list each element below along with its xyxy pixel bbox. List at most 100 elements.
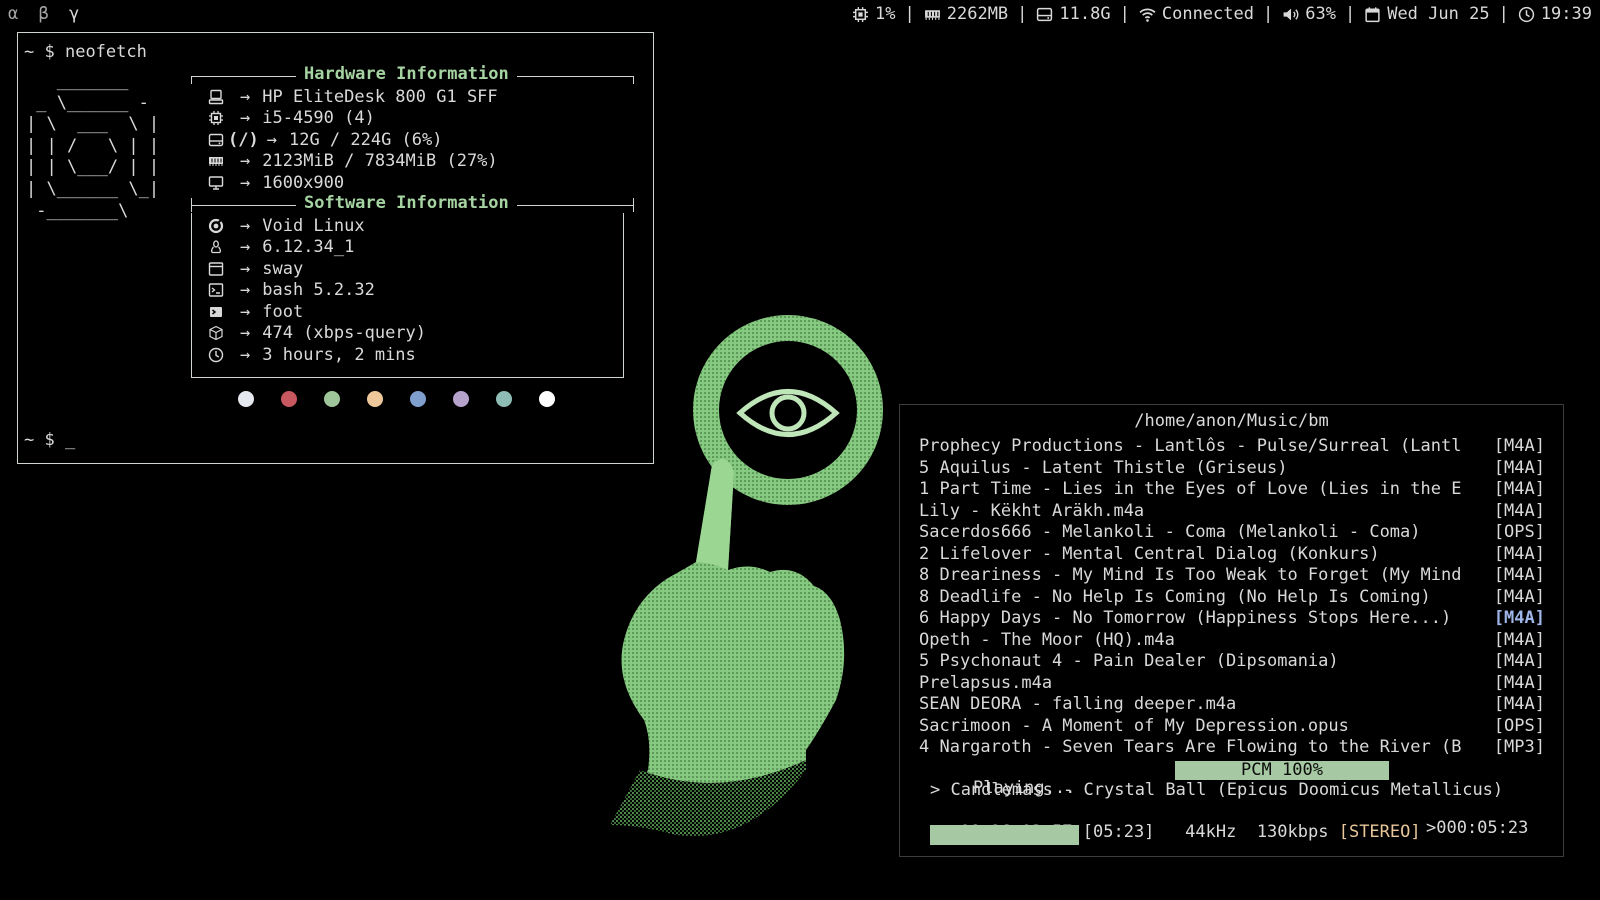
- volume-level: 63%: [1305, 4, 1336, 24]
- cpu-value: i5-4590 (4): [262, 108, 375, 128]
- track-format: [MP3]: [1493, 737, 1545, 757]
- host-row: → HP EliteDesk 800 G1 SFF: [206, 86, 498, 107]
- separator: |: [1017, 4, 1028, 24]
- arrow: →: [240, 86, 251, 107]
- palette-swatch: [324, 391, 340, 407]
- status-bar: α β γ 1% | 2262MB | 11.8G | Connected | …: [0, 0, 1600, 30]
- channels: [STEREO]: [1338, 822, 1421, 842]
- track-name: 8 Deadlife - No Help Is Coming (No Help …: [919, 586, 1431, 607]
- palette-swatch: [453, 391, 469, 407]
- date-module: Wed Jun 25: [1364, 4, 1490, 24]
- cpu-icon: [853, 6, 868, 22]
- network-module[interactable]: Connected: [1139, 4, 1254, 24]
- cursor: _: [64, 430, 76, 450]
- track-row[interactable]: Sacrimoon - A Moment of My Depression.op…: [919, 716, 1545, 737]
- track-name: 1 Part Time - Lies in the Eyes of Love (…: [919, 479, 1462, 499]
- track-row[interactable]: 8 Dreariness - My Mind Is Too Weak to Fo…: [919, 565, 1545, 586]
- resolution-value: 1600x900: [262, 172, 345, 193]
- memory-icon: [209, 157, 223, 166]
- arrow: →: [240, 172, 251, 193]
- memory-row: → 2123MiB / 7834MiB (27%): [206, 151, 498, 172]
- bitrate: 130kbps: [1256, 822, 1329, 842]
- playback-progress-bar[interactable]: [930, 825, 1079, 845]
- disk-usage: 11.8G: [1059, 4, 1111, 24]
- track-format: [OPS]: [1493, 522, 1545, 542]
- pcm-volume-bar[interactable]: PCM 100%: [1175, 761, 1389, 780]
- music-player-window[interactable]: /home/anon/Music/bm Prophecy Productions…: [899, 404, 1564, 857]
- monitor-icon: [208, 175, 224, 190]
- command-line: ~ $ neofetch: [24, 42, 147, 62]
- workspace-1[interactable]: α: [8, 4, 18, 24]
- track-format: [M4A]: [1493, 479, 1545, 499]
- arrow: →: [240, 108, 251, 128]
- track-name: Sacerdos666 - Melankoli - Coma (Melankol…: [919, 522, 1421, 542]
- palette-swatch: [238, 391, 254, 407]
- workspace-3[interactable]: γ: [69, 4, 79, 24]
- network-status: Connected: [1161, 4, 1254, 24]
- volume-icon: [1283, 8, 1299, 20]
- track-row[interactable]: Prophecy Productions - Lantlôs - Pulse/S…: [919, 436, 1545, 457]
- date-text: Wed Jun 25: [1387, 4, 1490, 24]
- clock-icon: [1518, 6, 1534, 22]
- track-name: 4 Nargaroth - Seven Tears Are Flowing to…: [919, 737, 1462, 757]
- track-name: Prophecy Productions - Lantlôs - Pulse/S…: [919, 436, 1462, 456]
- track-format: [M4A]: [1493, 436, 1545, 456]
- track-row[interactable]: 4 Nargaroth - Seven Tears Are Flowing to…: [919, 737, 1545, 758]
- track-row[interactable]: 1 Part Time - Lies in the Eyes of Love (…: [919, 479, 1545, 500]
- palette-swatch: [367, 391, 383, 407]
- track-row[interactable]: Sacerdos666 - Melankoli - Coma (Melankol…: [919, 522, 1545, 543]
- memory-module: 2262MB: [924, 4, 1008, 24]
- track-row[interactable]: 8 Deadlife - No Help Is Coming (No Help …: [919, 587, 1545, 608]
- track-row[interactable]: Lily - Këkht Aräkh.m4a [M4A]: [919, 501, 1545, 522]
- cpu-module: 1%: [852, 4, 896, 24]
- track-row[interactable]: 6 Happy Days - No Tomorrow (Happiness St…: [919, 608, 1545, 629]
- arrow: →: [266, 129, 277, 150]
- track-row[interactable]: 2 Lifelover - Mental Central Dialog (Kon…: [919, 544, 1545, 565]
- calendar-icon: [1365, 6, 1380, 22]
- separator: |: [1262, 4, 1274, 24]
- playback-status-line: Playing... PCM 100% >000:05:23: [919, 758, 1545, 839]
- palette-swatch: [281, 391, 297, 407]
- disk-module: 11.8G: [1036, 4, 1111, 24]
- distro-ascii-logo: _______ _ \______ - | \ ___ \ | | | / \ …: [26, 71, 160, 221]
- track-row[interactable]: 5 Psychonaut 4 - Pain Dealer (Dipsomania…: [919, 651, 1545, 672]
- status-modules: 1% | 2262MB | 11.8G | Connected | 63% | …: [852, 4, 1592, 24]
- terminal-window[interactable]: ~ $ neofetch _______ _ \______ - | \ ___…: [17, 32, 654, 464]
- separator: |: [1344, 4, 1356, 24]
- track-name: 5 Aquilus - Latent Thistle (Griseus): [919, 457, 1288, 478]
- clock-time: 19:39: [1540, 4, 1592, 24]
- track-format: [M4A]: [1493, 651, 1545, 671]
- prompt: ~ $: [24, 430, 55, 450]
- separator: |: [904, 4, 915, 24]
- track-format: [M4A]: [1493, 694, 1545, 714]
- disk-icon: [1037, 7, 1053, 21]
- arrow: →: [240, 151, 251, 171]
- directory-path: /home/anon/Music/bm: [1134, 411, 1329, 431]
- track-format: [M4A]: [1493, 500, 1545, 521]
- software-section-title: Software Information: [296, 193, 517, 213]
- cpu-icon: [209, 111, 223, 125]
- palette-swatch: [410, 391, 426, 407]
- track-row[interactable]: 5 Aquilus - Latent Thistle (Griseus) [M4A…: [919, 458, 1545, 479]
- resolution-row: → 1600x900: [206, 172, 344, 193]
- disk-row: (/) → 12G / 224G (6%): [206, 129, 443, 150]
- workspace-2[interactable]: β: [39, 4, 49, 24]
- palette-swatch: [496, 391, 512, 407]
- track-row[interactable]: SEAN DEORA - falling deeper.m4a [M4A]: [919, 694, 1545, 715]
- track-name: 6 Happy Days - No Tomorrow (Happiness St…: [919, 608, 1452, 628]
- track-row[interactable]: Prelapsus.m4a [M4A]: [919, 673, 1545, 694]
- track-format: [M4A]: [1493, 543, 1545, 564]
- volume-module[interactable]: 63%: [1282, 4, 1336, 24]
- separator: |: [1498, 4, 1509, 24]
- prompt-line[interactable]: ~ $ _: [24, 430, 75, 450]
- workspace-list: α β γ: [8, 4, 89, 24]
- track-format: [M4A]: [1493, 608, 1545, 628]
- computer-icon: [208, 89, 224, 104]
- track-row[interactable]: Opeth - The Moor (HQ).m4a [M4A]: [919, 630, 1545, 651]
- wallpaper-hand-eye-illustration: [610, 315, 883, 837]
- separator: |: [1119, 4, 1130, 24]
- host-value: HP EliteDesk 800 G1 SFF: [262, 86, 498, 107]
- clock-module: 19:39: [1518, 4, 1592, 24]
- now-playing: > Candlemass - Crystal Ball (Epicus Doom…: [930, 780, 1504, 800]
- command: neofetch: [64, 42, 147, 62]
